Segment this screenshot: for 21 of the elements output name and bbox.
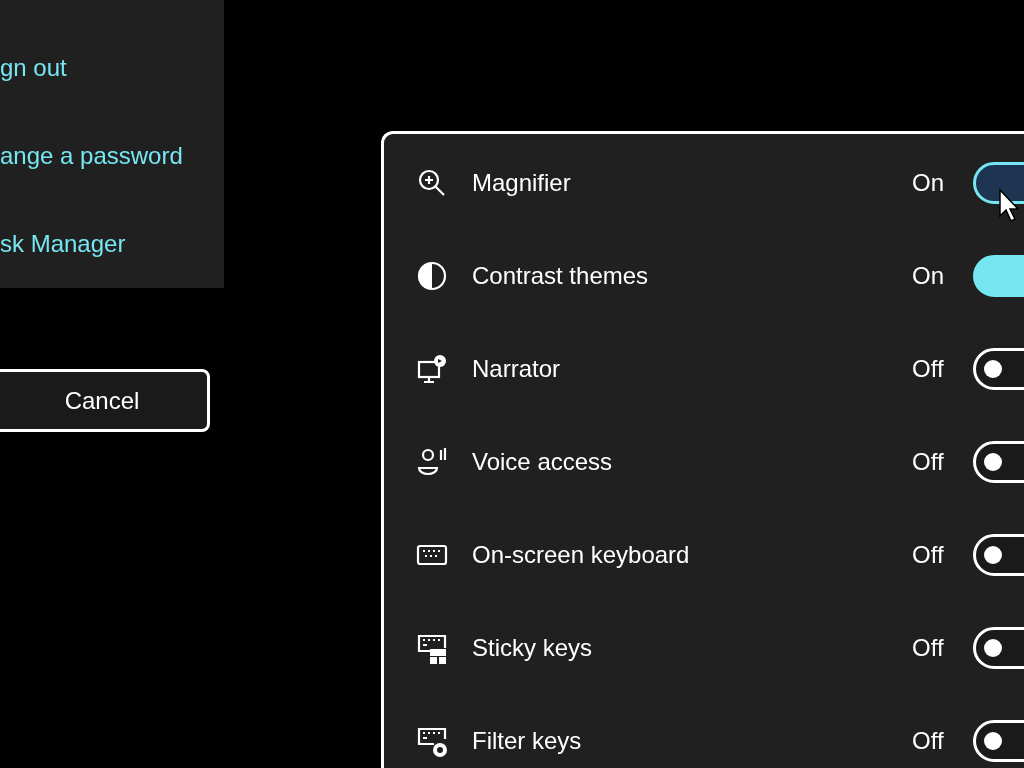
setting-label: Sticky keys xyxy=(472,632,594,663)
menu-link[interactable]: sk Manager xyxy=(0,226,126,262)
cancel-button[interactable]: Cancel xyxy=(0,369,210,432)
setting-label: On-screen keyboard xyxy=(472,539,691,570)
setting-label: Voice access xyxy=(472,446,614,477)
menu-link[interactable]: ange a password xyxy=(0,138,183,174)
toggle-state-label: Off xyxy=(912,632,945,663)
monitor-speech-icon xyxy=(416,352,448,385)
toggle-state-label: Off xyxy=(912,446,945,477)
setting-label: Magnifier xyxy=(472,167,572,198)
toggle-state-label: Off xyxy=(912,725,945,756)
setting-label: Narrator xyxy=(472,353,562,384)
toggle-state-label: On xyxy=(912,167,945,198)
toggle-state-label: On xyxy=(912,260,945,291)
contrast-icon xyxy=(416,259,448,292)
toggle-state-label: Off xyxy=(912,353,945,384)
person-voice-icon xyxy=(416,445,448,478)
menu-link[interactable]: gn out xyxy=(0,50,67,86)
setting-label: Filter keys xyxy=(472,725,583,756)
setting-label: Contrast themes xyxy=(472,260,650,291)
toggle-state-label: Off xyxy=(912,539,945,570)
